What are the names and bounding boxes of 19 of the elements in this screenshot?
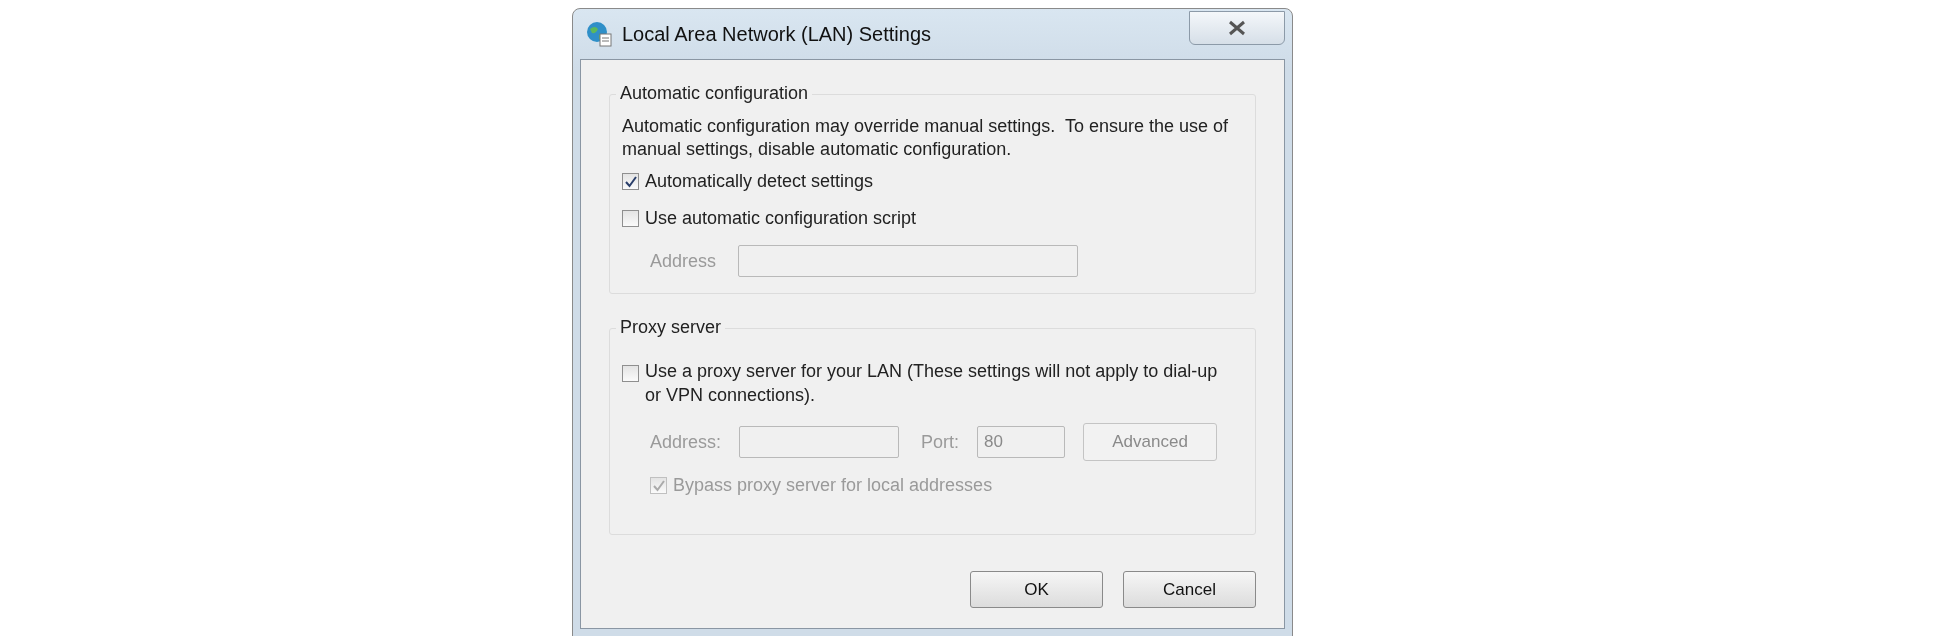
description-text: Automatic configuration may override manual settings. To ensure the use of manual settings, disable automatic configuration. (622, 115, 1229, 161)
dialog-button[interactable]: OK (970, 571, 1103, 608)
field-label: Port: (921, 431, 960, 453)
checkbox-label: Bypass proxy server for local addresses (673, 475, 993, 496)
checkbox-label: Use a proxy server for your LAN (These settings will not apply to dial-up or VPN connections). (645, 360, 1219, 407)
checkbox[interactable] (622, 210, 639, 227)
checkbox[interactable] (622, 173, 639, 190)
group-title: Automatic configuration (616, 83, 813, 104)
checkbox[interactable] (622, 365, 639, 382)
group-title: Proxy server (616, 317, 726, 338)
field-label: Address (650, 250, 717, 272)
field-label: Address: (650, 431, 722, 453)
dialog-button[interactable]: Cancel (1123, 571, 1256, 608)
checkbox-label: Automatically detect settings (645, 171, 874, 192)
checkbox-label: Use automatic configuration script (645, 208, 917, 229)
close-button[interactable] (1189, 11, 1285, 45)
window-title: Local Area Network (LAN) Settings (622, 22, 933, 46)
globe-icon (586, 21, 612, 47)
close-icon (1227, 20, 1247, 36)
